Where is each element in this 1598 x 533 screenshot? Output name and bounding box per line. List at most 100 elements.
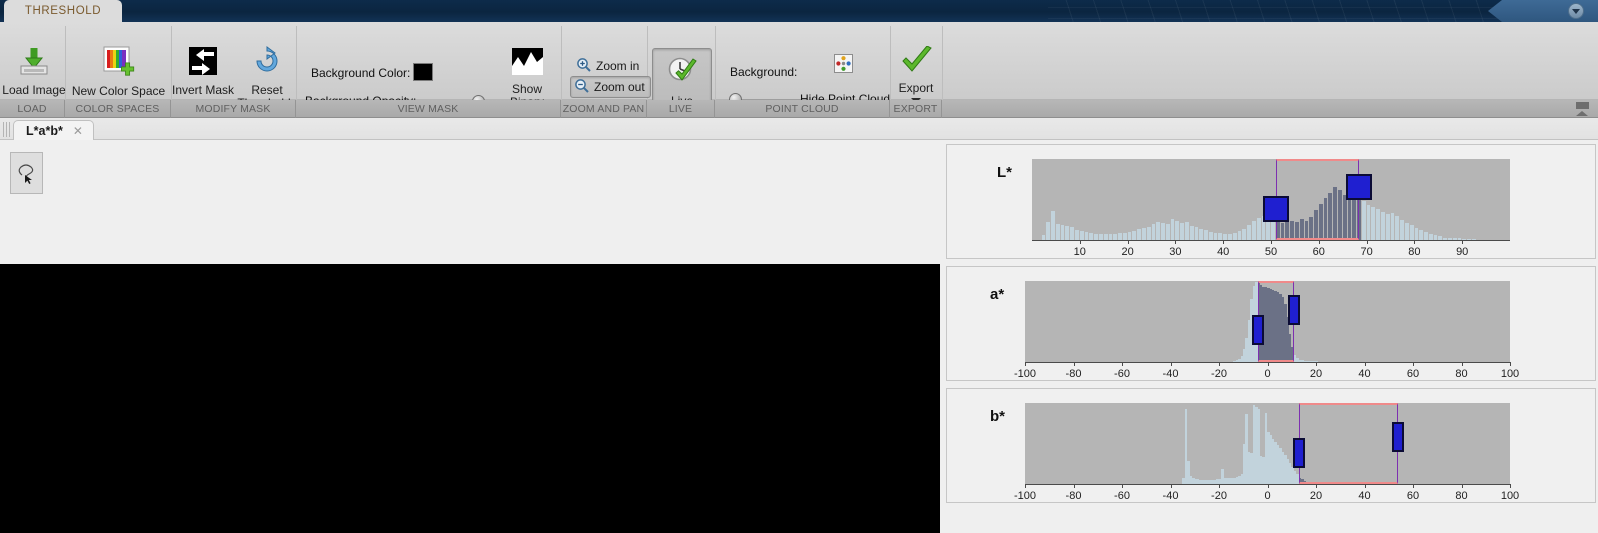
histogram-bar xyxy=(1242,228,1247,240)
x-axis-tick-label: 0 xyxy=(1264,368,1271,380)
histogram-bar xyxy=(1280,223,1285,240)
histogram-panel-b[interactable]: b* -100 -80 -60 -40 -20 0 20 40 60 80 100 xyxy=(946,388,1596,503)
x-axis-tick xyxy=(1364,362,1366,366)
title-decoration xyxy=(1048,0,1508,22)
section-zoom-and-pan: ZOOM AND PAN xyxy=(561,100,647,118)
background-color-swatch[interactable] xyxy=(413,63,433,81)
histogram-bar xyxy=(1404,223,1409,240)
histogram-bar xyxy=(1055,223,1060,240)
histogram-bar xyxy=(1084,231,1089,240)
x-axis-tick xyxy=(1170,362,1172,366)
export-label: Export xyxy=(898,81,934,95)
histogram-bar xyxy=(1424,231,1428,240)
histogram-bar xyxy=(1347,193,1352,240)
threshold-lower-handle-L[interactable] xyxy=(1262,196,1289,223)
histogram-bar xyxy=(1419,230,1424,240)
threshold-lower-handle-a[interactable] xyxy=(1251,314,1264,345)
load-image-label: Load Image xyxy=(2,83,66,97)
load-image-button[interactable]: Load Image xyxy=(2,46,66,105)
histogram-bar xyxy=(1127,231,1132,240)
histogram-pane: L* 10 20 30 40 50 60 70 80 90 a* -100 -80 -60 -40 -20 0… xyxy=(941,140,1598,533)
histogram-bar xyxy=(1290,220,1294,240)
chevron-down-circle-icon[interactable] xyxy=(1568,3,1584,19)
tab-threshold[interactable]: THRESHOLD xyxy=(4,0,122,22)
section-view-mask: VIEW MASK xyxy=(296,100,561,118)
x-axis-tick xyxy=(1073,362,1075,366)
histogram-bar xyxy=(1208,231,1213,240)
x-axis-tick-label: 20 xyxy=(1309,368,1323,380)
invert-mask-button[interactable]: Invert Mask xyxy=(172,46,234,97)
histogram-bar xyxy=(1318,204,1323,240)
x-axis-tick-label: 10 xyxy=(1073,246,1086,258)
histogram-bar xyxy=(1237,231,1242,240)
point-cloud-color-icon[interactable] xyxy=(834,54,853,73)
histogram-bar xyxy=(1079,231,1084,240)
x-axis-tick-label: 40 xyxy=(1358,490,1371,502)
x-axis-tick xyxy=(1510,362,1511,366)
x-axis-tick-label: 80 xyxy=(1408,246,1421,258)
histogram-bar xyxy=(1146,227,1151,240)
histogram-bar xyxy=(1075,230,1079,240)
x-axis-tick-label: -20 xyxy=(1211,368,1227,380)
export-check-icon xyxy=(900,45,933,77)
x-axis-tick-label: -40 xyxy=(1162,368,1179,380)
x-axis-tick-label: 40 xyxy=(1217,246,1230,258)
histogram-bar xyxy=(1381,211,1385,240)
histogram-bar xyxy=(1385,214,1390,240)
x-axis-tick xyxy=(1079,240,1081,244)
threshold-upper-handle-L[interactable] xyxy=(1346,173,1373,200)
x-axis-tick-label: 100 xyxy=(1500,368,1520,380)
x-axis-tick xyxy=(1510,484,1511,488)
close-icon[interactable]: ✕ xyxy=(73,124,83,138)
zoom-out-button[interactable]: Zoom out xyxy=(570,76,651,98)
zoom-in-button[interactable]: Zoom in xyxy=(572,55,645,77)
histogram-plot-a[interactable] xyxy=(1025,281,1510,362)
histogram-bar xyxy=(1390,213,1395,240)
new-color-space-button[interactable]: New Color Space xyxy=(68,46,169,98)
image-work-area xyxy=(0,140,940,533)
histogram-bar xyxy=(1314,210,1318,240)
histogram-panel-a[interactable]: a* -100 -80 -60 -40 -20 0 20 40 60 80 100 xyxy=(946,266,1596,381)
histogram-bar xyxy=(1232,232,1237,240)
histogram-plot-b[interactable] xyxy=(1025,403,1510,484)
thresholded-image-canvas[interactable] xyxy=(0,264,940,533)
zoom-out-icon xyxy=(574,78,589,96)
histogram-bar xyxy=(1357,194,1361,240)
tab-bar-grip[interactable] xyxy=(3,122,10,137)
x-axis-tick xyxy=(1414,240,1416,244)
histogram-bar xyxy=(1046,222,1051,240)
reset-icon xyxy=(252,46,282,79)
histogram-bar xyxy=(1070,227,1075,240)
x-axis-tick xyxy=(1316,362,1317,366)
live-update-icon xyxy=(665,55,699,90)
histogram-bar xyxy=(1156,222,1161,240)
x-axis-tick-label: 0 xyxy=(1264,490,1271,502)
x-axis-tick-label: -80 xyxy=(1065,490,1082,502)
tab-lab-colorspace[interactable]: L*a*b* ✕ xyxy=(13,120,94,141)
x-axis-tick xyxy=(1025,484,1026,488)
threshold-lower-handle-b[interactable] xyxy=(1293,438,1306,469)
histogram-bar xyxy=(1342,195,1347,240)
histogram-bar xyxy=(1247,224,1251,240)
x-axis-tick-label: 30 xyxy=(1169,246,1182,258)
threshold-upper-handle-b[interactable] xyxy=(1392,422,1405,453)
x-axis-tick-label: -20 xyxy=(1211,490,1227,502)
x-axis-tick xyxy=(1127,240,1129,244)
export-button[interactable]: Export xyxy=(890,45,942,103)
section-color-spaces: COLOR SPACES xyxy=(65,100,171,118)
x-axis-tick xyxy=(1025,362,1026,366)
threshold-upper-handle-a[interactable] xyxy=(1288,295,1301,326)
channel-label-b: b* xyxy=(990,408,1005,425)
x-axis-tick-label: -100 xyxy=(1013,490,1037,502)
section-point-cloud: POINT CLOUD xyxy=(715,100,890,118)
histogram-panel-L[interactable]: L* 10 20 30 40 50 60 70 80 90 xyxy=(946,144,1596,259)
collapse-ribbon-icon[interactable] xyxy=(1574,102,1590,116)
histogram-bar xyxy=(1414,227,1419,240)
histogram-bar xyxy=(1251,221,1256,240)
x-axis-tick xyxy=(1461,362,1463,366)
histogram-bar xyxy=(1194,227,1199,240)
x-axis-tick xyxy=(1461,484,1463,488)
histogram-bar xyxy=(1275,220,1280,240)
histogram-bar xyxy=(1328,193,1333,240)
freehand-lasso-icon[interactable] xyxy=(10,152,43,194)
